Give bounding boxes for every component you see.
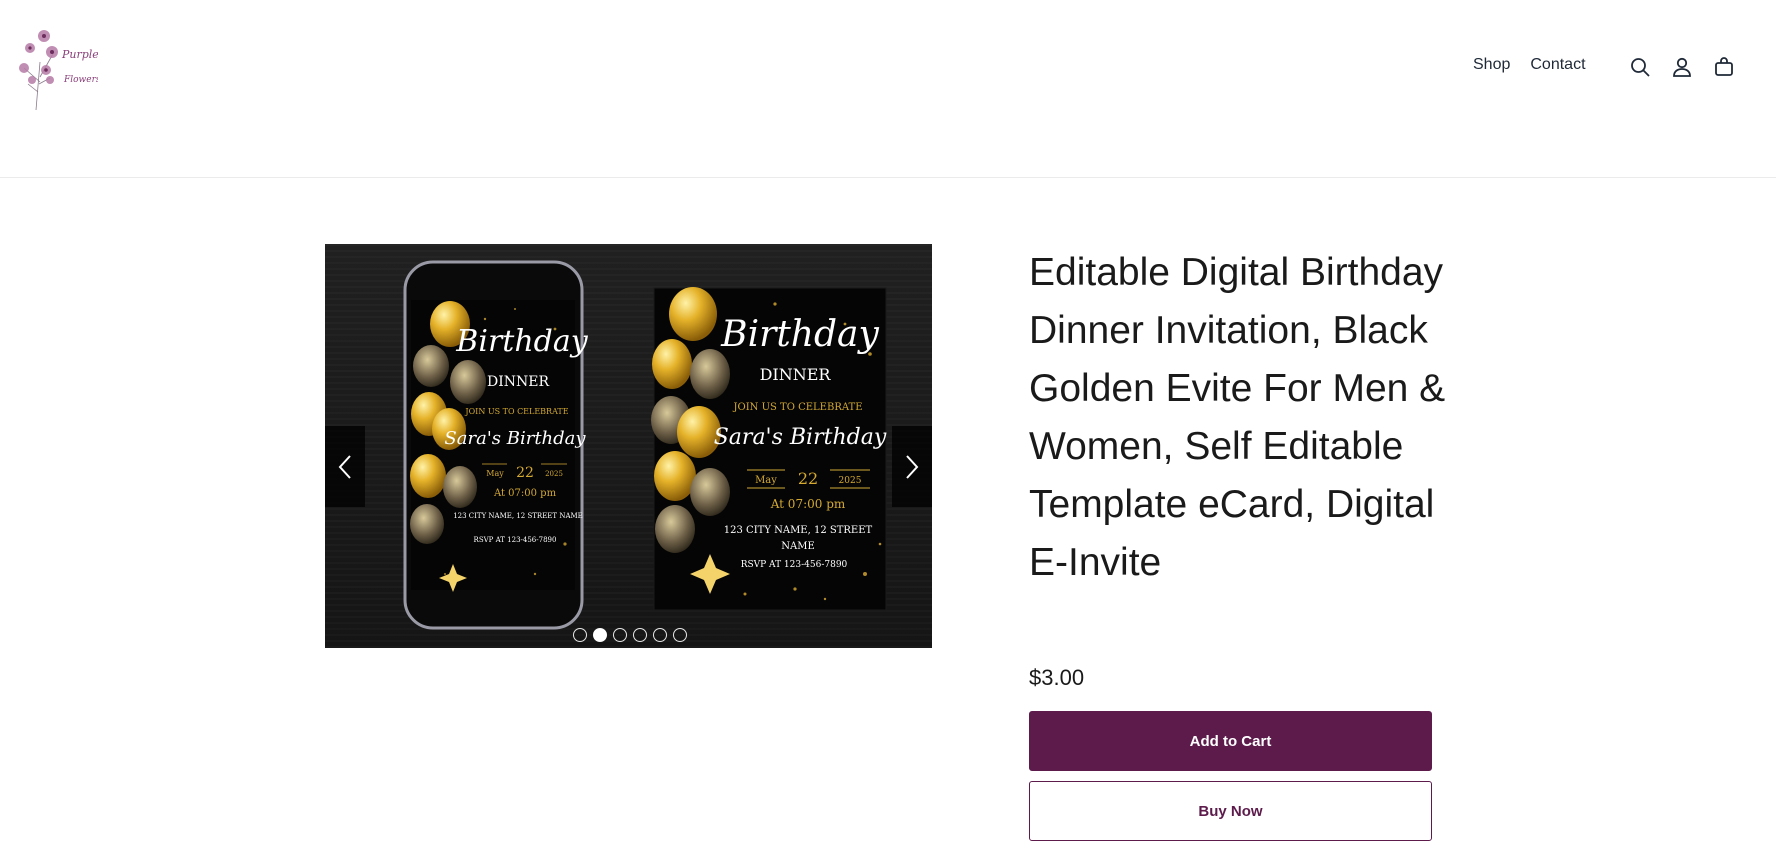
svg-text:May: May bbox=[755, 475, 777, 486]
svg-text:NAME: NAME bbox=[781, 541, 815, 552]
carousel-next-button[interactable] bbox=[892, 426, 932, 507]
product-image: Birthday DINNER JOIN US TO CELEBRATE Sar… bbox=[325, 244, 932, 648]
svg-text:2025: 2025 bbox=[545, 470, 563, 478]
carousel-dot-3[interactable] bbox=[613, 628, 627, 642]
svg-text:Flowers: Flowers bbox=[63, 75, 98, 85]
carousel-dot-2[interactable] bbox=[593, 628, 607, 642]
svg-text:2025: 2025 bbox=[839, 476, 862, 486]
chevron-left-icon bbox=[338, 454, 351, 479]
nav-contact-link[interactable]: Contact bbox=[1530, 56, 1585, 74]
carousel-prev-button[interactable] bbox=[325, 426, 365, 507]
svg-text:May: May bbox=[486, 469, 504, 478]
svg-text:22: 22 bbox=[516, 465, 534, 481]
svg-text:DINNER: DINNER bbox=[487, 374, 549, 390]
cart-icon[interactable] bbox=[1712, 55, 1736, 79]
svg-text:123 CITY NAME, 12 STREET: 123 CITY NAME, 12 STREET bbox=[724, 525, 873, 536]
add-to-cart-button[interactable]: Add to Cart bbox=[1029, 711, 1432, 771]
carousel-dot-4[interactable] bbox=[633, 628, 647, 642]
carousel-dot-6[interactable] bbox=[673, 628, 687, 642]
account-icon[interactable] bbox=[1670, 55, 1694, 79]
svg-text:Sara's Birthday: Sara's Birthday bbox=[714, 425, 887, 450]
svg-text:123 CITY NAME, 12 STREET NAME: 123 CITY NAME, 12 STREET NAME bbox=[453, 512, 583, 520]
svg-text:22: 22 bbox=[798, 469, 818, 488]
svg-text:RSVP AT 123-456-7890: RSVP AT 123-456-7890 bbox=[741, 560, 848, 570]
buy-now-button[interactable]: Buy Now bbox=[1029, 781, 1432, 841]
search-icon[interactable] bbox=[1628, 55, 1652, 79]
svg-text:RSVP AT 123-456-7890: RSVP AT 123-456-7890 bbox=[474, 536, 557, 544]
svg-text:JOIN US TO CELEBRATE: JOIN US TO CELEBRATE bbox=[732, 402, 862, 413]
site-header: Purple Flowers Shop Contact bbox=[0, 0, 1776, 178]
svg-text:At 07:00 pm: At 07:00 pm bbox=[770, 497, 846, 511]
carousel-dot-1[interactable] bbox=[573, 628, 587, 642]
printed-card-text: Birthday DINNER JOIN US TO CELEBRATE Sar… bbox=[714, 314, 887, 570]
svg-text:Birthday: Birthday bbox=[720, 314, 879, 355]
product-title: Editable Digital Birthday Dinner Invitat… bbox=[1029, 251, 1446, 584]
svg-text:Birthday: Birthday bbox=[455, 324, 588, 359]
product-image-carousel[interactable]: Birthday DINNER JOIN US TO CELEBRATE Sar… bbox=[325, 244, 932, 648]
purple-flowers-logo: Purple Flowers bbox=[19, 30, 98, 111]
nav-shop-link[interactable]: Shop bbox=[1473, 56, 1510, 74]
svg-text:Purple: Purple bbox=[61, 48, 98, 61]
store-logo[interactable]: Purple Flowers bbox=[10, 22, 98, 114]
svg-text:Sara's Birthday: Sara's Birthday bbox=[444, 428, 586, 449]
product-price: $3.00 bbox=[1029, 665, 1085, 690]
chevron-right-icon bbox=[906, 454, 919, 479]
main-nav: Shop Contact bbox=[1473, 56, 1586, 74]
svg-text:JOIN US TO CELEBRATE: JOIN US TO CELEBRATE bbox=[464, 407, 568, 416]
carousel-dot-5[interactable] bbox=[653, 628, 667, 642]
header-icons bbox=[1628, 55, 1736, 79]
carousel-pagination bbox=[573, 628, 687, 642]
svg-text:DINNER: DINNER bbox=[760, 365, 832, 384]
svg-text:At 07:00 pm: At 07:00 pm bbox=[493, 488, 557, 499]
